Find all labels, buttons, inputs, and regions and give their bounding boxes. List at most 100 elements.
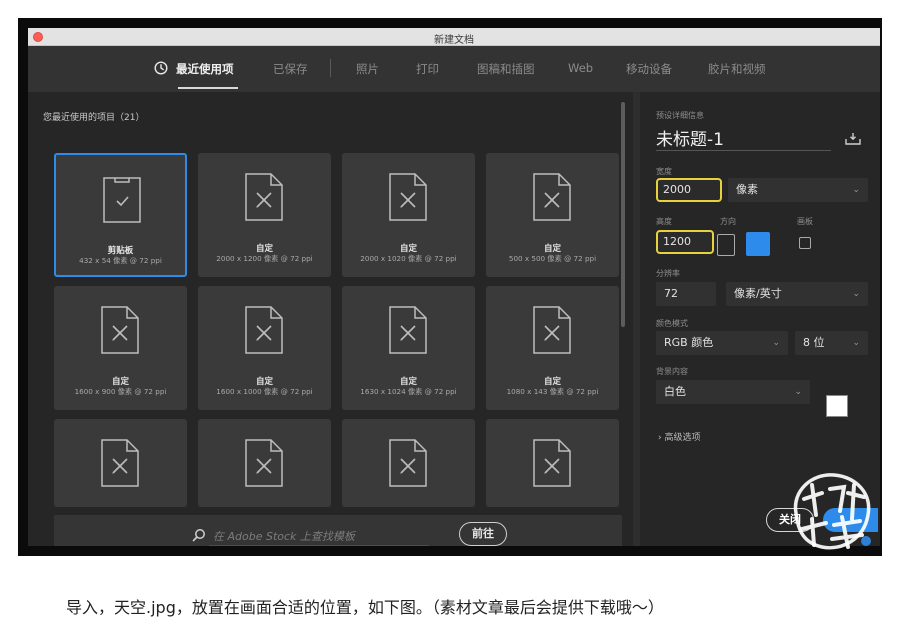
tab-saved[interactable]: 已保存 (273, 61, 308, 77)
chevron-down-icon: ⌄ (772, 338, 780, 348)
advanced-options-toggle[interactable]: › 高级选项 (658, 430, 700, 443)
caption-text: 导入，天空.jpg，放置在画面合适的位置，如下图。（素材文章最后会提供下载哦～） (66, 598, 664, 617)
recent-item-name: 自定 (543, 377, 561, 387)
recent-item-name: 自定 (543, 244, 561, 254)
color-mode-label: 颜色模式 (656, 319, 688, 328)
custom-doc-icon (101, 306, 139, 354)
recent-item-size: 1080 x 143 像素 @ 72 ppi (506, 387, 599, 396)
width-input[interactable]: 2000 (656, 178, 722, 202)
recent-item-name: 剪贴板 (107, 246, 134, 256)
recent-item-name: 自定 (399, 377, 417, 387)
tab-photo[interactable]: 照片 (356, 61, 379, 77)
search-underline (209, 545, 429, 546)
bit-depth-value: 8 位 (803, 336, 825, 349)
width-unit-value: 像素 (736, 183, 758, 196)
recent-item-name: 自定 (255, 244, 273, 254)
tab-print[interactable]: 打印 (416, 61, 439, 77)
width-label: 宽度 (656, 167, 672, 176)
tab-film-video[interactable]: 胶片和视频 (708, 61, 766, 77)
document-name-underline (656, 150, 831, 151)
clock-icon (154, 61, 168, 75)
tab-art-illustration[interactable]: 图稿和插图 (477, 61, 535, 77)
recent-item-size: 2000 x 1020 像素 @ 72 ppi (360, 254, 457, 263)
go-button[interactable]: 前往 (459, 522, 507, 546)
background-value: 白色 (664, 385, 686, 398)
custom-doc-icon (389, 173, 427, 221)
recent-item-name: 自定 (399, 244, 417, 254)
active-tab-indicator (178, 87, 238, 89)
custom-doc-icon (533, 439, 571, 487)
artboard-label: 画板 (797, 217, 813, 226)
clipboard-doc-icon (103, 177, 141, 223)
orientation-label: 方向 (720, 217, 736, 226)
resolution-unit-value: 像素/英寸 (734, 287, 782, 300)
recent-item-card[interactable]: 自定 1600 x 1000 像素 @ 72 ppi (198, 286, 331, 410)
chevron-down-icon: ⌄ (852, 185, 860, 195)
recent-item-size: 1600 x 1000 像素 @ 72 ppi (216, 387, 313, 396)
recent-item-size: 500 x 500 像素 @ 72 ppi (508, 254, 597, 263)
recent-item-size: 1630 x 1024 像素 @ 72 ppi (360, 387, 457, 396)
recent-heading: 您最近使用的项目（21） (43, 113, 145, 123)
recent-item-card[interactable] (54, 419, 187, 507)
recent-item-card[interactable] (342, 419, 475, 507)
recent-item-card[interactable]: 自定 1080 x 143 像素 @ 72 ppi (486, 286, 619, 410)
resolution-unit-select[interactable]: 像素/英寸 ⌄ (726, 282, 868, 306)
resolution-label: 分辨率 (656, 269, 680, 278)
recent-item-card[interactable]: 自定 2000 x 1020 像素 @ 72 ppi (342, 153, 475, 277)
tab-mobile[interactable]: 移动设备 (626, 61, 672, 77)
custom-doc-icon (533, 306, 571, 354)
artboard-checkbox[interactable] (799, 237, 811, 249)
custom-doc-icon (389, 439, 427, 487)
recent-item-name: 自定 (111, 377, 129, 387)
recent-item-size: 432 x 54 像素 @ 72 ppi (79, 256, 162, 265)
recent-item-size: 1600 x 900 像素 @ 72 ppi (74, 387, 167, 396)
watermark-logo (793, 473, 871, 550)
recent-item-card[interactable]: 剪贴板 432 x 54 像素 @ 72 ppi (54, 153, 187, 277)
search-input[interactable]: 在 Adobe Stock 上查找模板 (213, 528, 355, 544)
new-document-dialog: 新建文档 最近使用项 已保存 照片 打印 图稿和插图 Web 移动设备 胶片和视… (28, 28, 880, 546)
custom-doc-icon (245, 439, 283, 487)
screenshot-frame: 新建文档 最近使用项 已保存 照片 打印 图稿和插图 Web 移动设备 胶片和视… (18, 18, 882, 556)
color-mode-value: RGB 颜色 (664, 336, 714, 349)
document-name-input[interactable]: 未标题-1 (656, 125, 724, 150)
recent-item-name: 自定 (255, 377, 273, 387)
recent-item-card[interactable] (198, 419, 331, 507)
recent-item-card[interactable]: 自定 2000 x 1200 像素 @ 72 ppi (198, 153, 331, 277)
bit-depth-select[interactable]: 8 位 ⌄ (795, 331, 868, 355)
recent-item-size: 2000 x 1200 像素 @ 72 ppi (216, 254, 313, 263)
custom-doc-icon (245, 173, 283, 221)
recent-item-card[interactable]: 自定 500 x 500 像素 @ 72 ppi (486, 153, 619, 277)
portrait-orientation-icon[interactable] (717, 234, 735, 256)
background-label: 背景内容 (656, 367, 688, 376)
recent-item-card[interactable]: 自定 1600 x 900 像素 @ 72 ppi (54, 286, 187, 410)
preset-details-label: 预设详细信息 (656, 111, 704, 120)
scrollbar[interactable] (621, 102, 625, 327)
window-title: 新建文档 (434, 35, 474, 46)
height-input[interactable]: 1200 (656, 230, 714, 254)
chevron-down-icon: ⌄ (794, 387, 802, 397)
background-color-swatch[interactable] (826, 395, 848, 417)
tab-web[interactable]: Web (568, 61, 593, 75)
chevron-down-icon: ⌄ (852, 289, 860, 299)
background-select[interactable]: 白色 ⌄ (656, 380, 810, 404)
custom-doc-icon (245, 306, 283, 354)
width-unit-select[interactable]: 像素 ⌄ (728, 178, 868, 202)
resolution-input[interactable]: 72 (656, 282, 716, 306)
tab-divider (330, 59, 331, 77)
recent-item-card[interactable] (486, 419, 619, 507)
tab-recent[interactable]: 最近使用项 (176, 61, 234, 77)
title-bar: 新建文档 (28, 28, 880, 46)
custom-doc-icon (101, 439, 139, 487)
stock-search-bar: 在 Adobe Stock 上查找模板 前往 (54, 515, 622, 546)
landscape-orientation-icon[interactable] (746, 232, 770, 256)
recent-item-card[interactable]: 自定 1630 x 1024 像素 @ 72 ppi (342, 286, 475, 410)
save-preset-icon[interactable] (845, 132, 861, 145)
height-label: 高度 (656, 217, 672, 226)
recent-items-area: 您最近使用的项目（21） 剪贴板 432 x 54 像素 @ 72 ppi 自定 20… (28, 92, 633, 546)
custom-doc-icon (533, 173, 571, 221)
color-mode-select[interactable]: RGB 颜色 ⌄ (656, 331, 788, 355)
chevron-down-icon: ⌄ (852, 338, 860, 348)
search-icon (192, 529, 205, 542)
custom-doc-icon (389, 306, 427, 354)
category-tabs: 最近使用项 已保存 照片 打印 图稿和插图 Web 移动设备 胶片和视频 (28, 46, 880, 92)
